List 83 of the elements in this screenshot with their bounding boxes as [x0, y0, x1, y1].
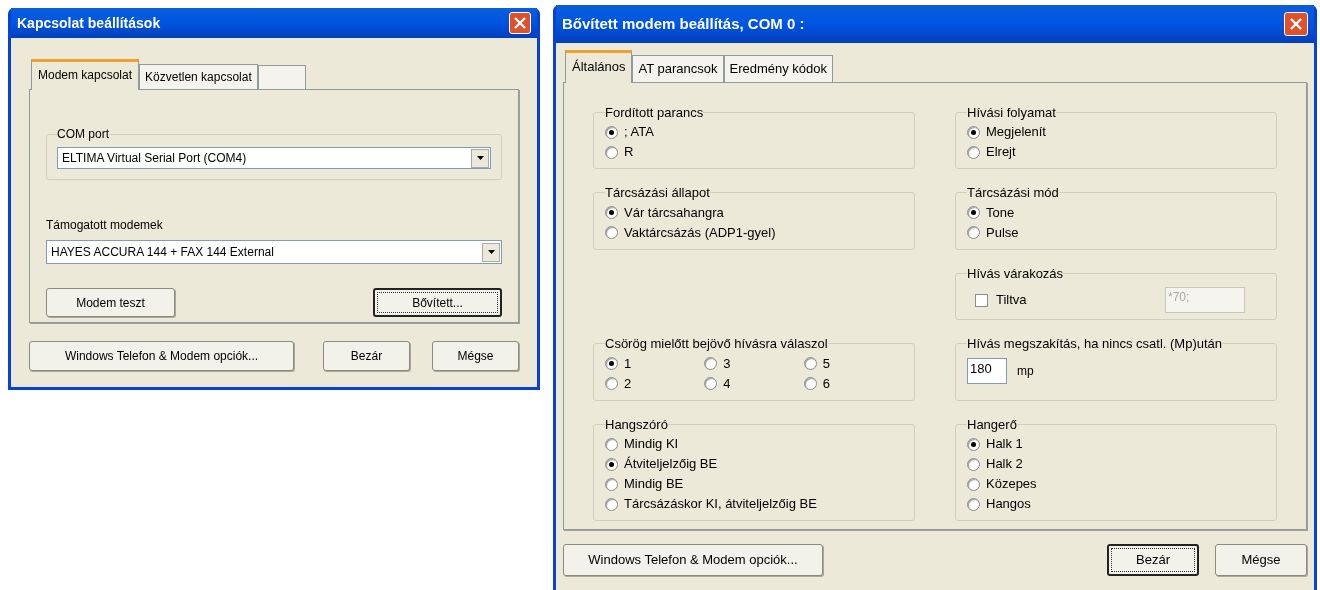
button[interactable]: Mégse — [1215, 543, 1307, 576]
radio-label: 2 — [624, 374, 632, 393]
radio-label: Pulse — [986, 223, 1019, 242]
radio-label: Vár tárcsahangra — [624, 203, 724, 222]
radio-button[interactable] — [605, 477, 618, 491]
radio-label: Tárcsázáskor KI, átviteljelzőig BE — [624, 495, 817, 514]
close-icon — [514, 17, 526, 29]
group-title: Hangszóró — [605, 415, 668, 434]
unit-label: mp — [1017, 362, 1034, 380]
close-button[interactable] — [509, 12, 531, 34]
caret-icon — [487, 250, 495, 254]
radio-label: Megjelenít — [986, 123, 1046, 142]
radio-label: 6 — [822, 374, 830, 393]
window-title: Kapcsolat beállítások — [17, 13, 161, 33]
radio-button[interactable] — [967, 226, 980, 239]
tab[interactable]: Modem kapcsolat — [31, 59, 140, 90]
radio-label: Átviteljelzőig BE — [624, 455, 718, 474]
radio-button[interactable] — [967, 145, 980, 159]
radio-button[interactable] — [605, 497, 618, 511]
modem-dropdown[interactable]: HAYES ACCURA 144 + FAX 144 External — [46, 240, 502, 264]
group-title: Fordított parancs — [605, 103, 704, 122]
radio-button[interactable] — [605, 357, 618, 370]
radio-button[interactable] — [803, 377, 817, 390]
radio-button[interactable] — [803, 357, 817, 370]
radio-button[interactable] — [967, 437, 980, 451]
radio-label: Vaktárcsázás (ADP1-gyel) — [624, 223, 776, 242]
button[interactable]: Windows Telefon & Modem opciók... — [29, 341, 294, 371]
radio-button[interactable] — [967, 206, 980, 219]
radio-label: 3 — [723, 354, 731, 373]
radio-button[interactable] — [704, 377, 718, 390]
checkbox-label: Tiltva — [996, 291, 1027, 310]
radio-button[interactable] — [605, 125, 618, 139]
radio-button[interactable] — [605, 377, 618, 390]
group-title: Tárcsázási mód — [967, 184, 1059, 202]
checkbox[interactable] — [975, 293, 988, 307]
tab[interactable]: AT parancsok — [632, 55, 724, 82]
button[interactable]: Mégse — [432, 341, 519, 371]
group-title: COM port — [57, 126, 109, 143]
button[interactable]: Bezár — [1107, 543, 1199, 576]
radio-label: 4 — [723, 374, 731, 393]
radio-button[interactable] — [967, 125, 980, 139]
radio-label: Közepes — [986, 475, 1037, 494]
tab[interactable] — [257, 65, 306, 89]
close-button[interactable] — [1284, 12, 1308, 36]
radio-label: R — [624, 143, 634, 162]
close-icon — [1290, 18, 1302, 30]
radio-button[interactable] — [967, 457, 980, 471]
radio-label: 1 — [624, 354, 632, 373]
group-title: Hívás várakozás — [967, 264, 1064, 283]
radio-button[interactable] — [605, 457, 618, 471]
button[interactable]: Windows Telefon & Modem opciók... — [563, 543, 823, 576]
input-field[interactable]: 180 — [967, 357, 1007, 384]
group-title: Hívás megszakítás, ha nincs csatl. (Mp)után — [967, 335, 1223, 353]
tab[interactable]: Általános — [565, 50, 633, 83]
radio-button[interactable] — [967, 477, 980, 491]
radio-button[interactable] — [605, 145, 618, 159]
radio-button[interactable] — [605, 226, 618, 239]
tab[interactable]: Eredmény kódok — [723, 55, 834, 82]
radio-button[interactable] — [967, 497, 980, 511]
radio-button[interactable] — [605, 437, 618, 451]
button[interactable]: Bezár — [323, 341, 410, 371]
radio-label: Mindig KI — [624, 435, 679, 454]
group-title: Tárcsázási állapot — [605, 184, 710, 202]
button[interactable]: Modem teszt — [46, 288, 175, 317]
group-title: Hívási folyamat — [967, 103, 1056, 122]
radio-button[interactable] — [704, 357, 718, 370]
radio-label: 5 — [822, 354, 830, 373]
radio-label: Halk 1 — [986, 435, 1023, 454]
radio-label: ; ATA — [624, 123, 654, 142]
group-title: Hangerő — [967, 415, 1017, 434]
group-title: Csörög mielőtt bejövő hívásra válaszol — [605, 335, 828, 353]
radio-label: Halk 2 — [986, 455, 1023, 474]
radio-label: Elrejt — [986, 143, 1016, 162]
tab[interactable]: Közvetlen kapcsolat — [139, 64, 258, 89]
radio-label: Hangos — [986, 495, 1031, 514]
com-port-dropdown[interactable]: ELTIMA Virtual Serial Port (COM4) — [57, 147, 491, 169]
radio-label: Mindig BE — [624, 475, 684, 494]
radio-label: Tone — [986, 203, 1015, 222]
caret-icon — [476, 156, 484, 160]
button[interactable]: Bővített... — [373, 288, 502, 317]
window-title: Bővített modem beállítás, COM 0 : — [562, 13, 805, 34]
field-label: Támogatott modemek — [46, 217, 164, 234]
radio-button[interactable] — [605, 206, 618, 219]
